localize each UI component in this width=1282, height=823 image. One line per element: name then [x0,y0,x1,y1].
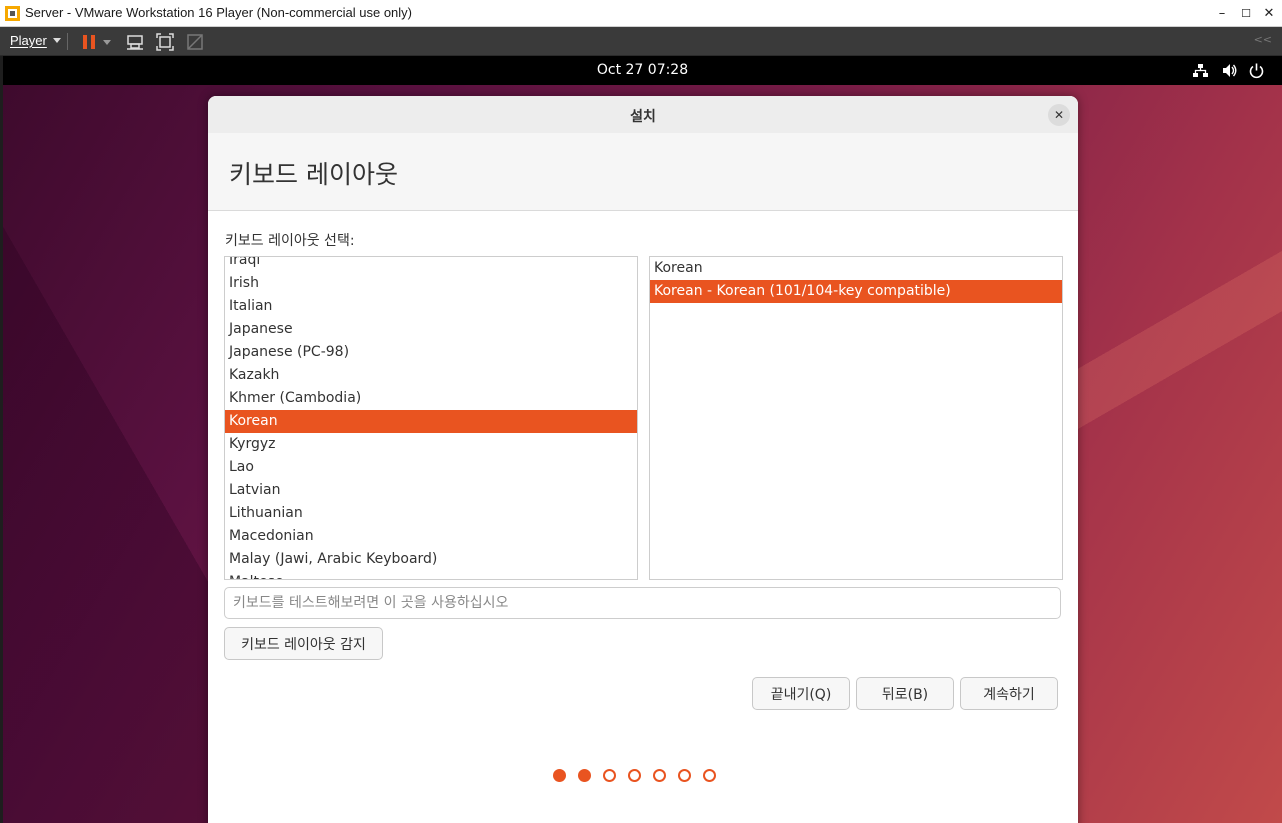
variant-item[interactable]: Korean - Korean (101/104-key compatible) [650,280,1062,303]
layout-item[interactable]: Korean [225,410,637,433]
progress-dot [703,769,716,782]
layout-item[interactable]: Malay (Jawi, Arabic Keyboard) [225,548,637,571]
send-ctrl-alt-del-icon[interactable] [125,32,145,52]
dialog-header: 설치 ✕ [208,96,1078,133]
volume-icon[interactable] [1221,62,1238,79]
back-button[interactable]: 뒤로(B) [856,677,954,710]
minimize-button[interactable]: – [1211,4,1233,22]
dialog-title: 설치 [630,109,656,125]
progress-dot [553,769,566,782]
clock[interactable]: Oct 27 07:28 [3,62,1282,78]
toolbar-divider [67,33,68,50]
vmware-logo-icon [5,6,20,21]
keyboard-variant-list[interactable]: Korean Korean - Korean (101/104-key compa… [649,256,1063,580]
pause-icon[interactable] [79,32,99,52]
layout-item[interactable]: Khmer (Cambodia) [225,387,637,410]
network-icon[interactable] [1192,62,1209,79]
keyboard-layout-list[interactable]: Iraqi Irish Italian Japanese Japanese (PC-98… [224,256,638,580]
close-window-button[interactable]: ✕ [1258,4,1280,22]
variant-item[interactable]: Korean [650,257,1062,280]
layout-item[interactable]: Maltese [225,571,637,579]
layout-item[interactable]: Macedonian [225,525,637,548]
layout-item[interactable]: Japanese (PC-98) [225,341,637,364]
progress-dot [678,769,691,782]
power-icon[interactable] [1248,62,1265,79]
detect-layout-button[interactable]: 키보드 레이아웃 감지 [224,627,383,660]
vm-screen: Oct 27 07:28 설치 ✕ 키보드 레이아웃 키보드 레이아웃 선택: … [3,56,1282,823]
collapse-toolbar-button[interactable]: << [1254,33,1272,46]
vmware-toolbar: Player << [0,27,1282,56]
keyboard-test-input[interactable]: 키보드를 테스트해보려면 이 곳을 사용하십시오 [224,587,1061,619]
progress-dot [603,769,616,782]
layout-item[interactable]: Iraqi [225,257,637,272]
layout-select-label: 키보드 레이아웃 선택: [225,233,355,249]
page-banner: 키보드 레이아웃 [208,133,1078,211]
installer-dialog: 설치 ✕ 키보드 레이아웃 키보드 레이아웃 선택: Iraqi Irish Ita… [208,96,1078,823]
quit-button[interactable]: 끝내기(Q) [752,677,850,710]
layout-item[interactable]: Japanese [225,318,637,341]
layout-item[interactable]: Lithuanian [225,502,637,525]
progress-dots [553,769,716,782]
gnome-top-bar: Oct 27 07:28 [3,56,1282,85]
progress-dot [628,769,641,782]
progress-dot [578,769,591,782]
dialog-close-button[interactable]: ✕ [1048,104,1070,126]
layout-item[interactable]: Kazakh [225,364,637,387]
player-menu-label: Player [10,33,47,48]
layout-item[interactable]: Italian [225,295,637,318]
progress-dot [653,769,666,782]
fullscreen-icon[interactable] [155,32,175,52]
window-title: Server - VMware Workstation 16 Player (N… [25,5,412,20]
layout-item[interactable]: Irish [225,272,637,295]
pause-dropdown-icon[interactable] [101,32,113,52]
layout-item[interactable]: Kyrgyz [225,433,637,456]
layout-item[interactable]: Latvian [225,479,637,502]
unity-mode-icon[interactable] [185,32,205,52]
layout-item[interactable]: Lao [225,456,637,479]
maximize-button[interactable]: ☐ [1235,4,1257,22]
vmware-title-bar: Server - VMware Workstation 16 Player (N… [0,0,1282,27]
continue-button[interactable]: 계속하기 [960,677,1058,710]
chevron-down-icon [52,38,61,43]
page-title: 키보드 레이아웃 [229,160,398,189]
player-menu[interactable]: Player [10,33,61,48]
